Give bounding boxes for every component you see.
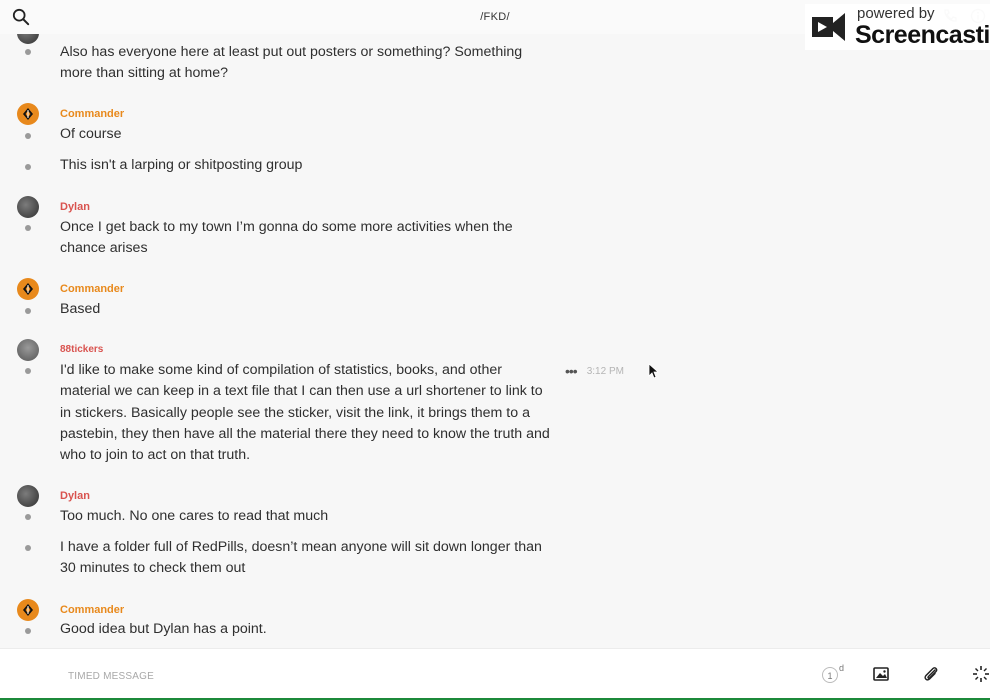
image-icon[interactable] — [872, 665, 890, 683]
message-dot — [25, 545, 31, 551]
message-feed: Also has everyone here at least put out … — [0, 34, 990, 648]
timed-message-button[interactable]: 1 d — [820, 663, 848, 685]
message-text: Of course — [60, 126, 122, 142]
author-name[interactable]: Commander — [60, 283, 124, 295]
message-text: Good idea but Dylan has a point. — [60, 621, 267, 637]
avatar[interactable] — [17, 103, 39, 125]
timer-value: 1 — [822, 667, 838, 683]
mouse-cursor-icon — [648, 363, 658, 379]
author-name[interactable]: Dylan — [60, 201, 90, 213]
message-text: I'd like to make some kind of compilatio… — [60, 362, 550, 464]
avatar[interactable] — [17, 196, 39, 218]
avatar[interactable] — [17, 34, 39, 44]
sparkle-icon[interactable] — [972, 665, 990, 683]
message-dot — [25, 164, 31, 170]
commander-emblem-icon — [23, 108, 33, 120]
screencastify-logo-icon — [812, 13, 845, 41]
message-dot — [25, 514, 31, 520]
avatar[interactable] — [17, 339, 39, 361]
commander-emblem-icon — [23, 604, 33, 616]
message-text: This isn't a larping or shitposting grou… — [60, 157, 303, 173]
message-timestamp: 3:12 PM — [586, 365, 624, 377]
avatar[interactable] — [17, 599, 39, 621]
composer-bar: 1 d — [0, 648, 990, 699]
message-text: Too much. No one cares to read that much — [60, 508, 329, 524]
author-name[interactable]: 88tickers — [60, 344, 103, 355]
message-text: Also has everyone here at least put out … — [60, 44, 523, 82]
message-text: I have a folder full of RedPills, doesn’… — [60, 539, 542, 577]
watermark-brand-text: Screencastify — [855, 21, 990, 49]
message-dot — [25, 308, 31, 314]
commander-emblem-icon — [23, 283, 33, 295]
message-hover-tools: ••• 3:12 PM — [565, 363, 624, 379]
screencastify-watermark: powered by Screencastify — [805, 4, 990, 50]
message-text: Once I get back to my town I’m gonna do … — [60, 219, 513, 257]
message-dot — [25, 628, 31, 634]
message-dot — [25, 49, 31, 55]
message-dot — [25, 368, 31, 374]
author-name[interactable]: Dylan — [60, 490, 90, 502]
author-name[interactable]: Commander — [60, 604, 124, 616]
avatar[interactable] — [17, 278, 39, 300]
timer-unit: d — [839, 663, 845, 673]
message-dot — [25, 225, 31, 231]
more-icon[interactable]: ••• — [565, 363, 578, 379]
watermark-powered-text: powered by — [857, 5, 935, 22]
author-name[interactable]: Commander — [60, 108, 124, 120]
message-input[interactable] — [66, 667, 670, 685]
message-text: Based — [60, 301, 101, 317]
paperclip-icon[interactable] — [922, 665, 940, 683]
avatar[interactable] — [17, 485, 39, 507]
message-dot — [25, 133, 31, 139]
